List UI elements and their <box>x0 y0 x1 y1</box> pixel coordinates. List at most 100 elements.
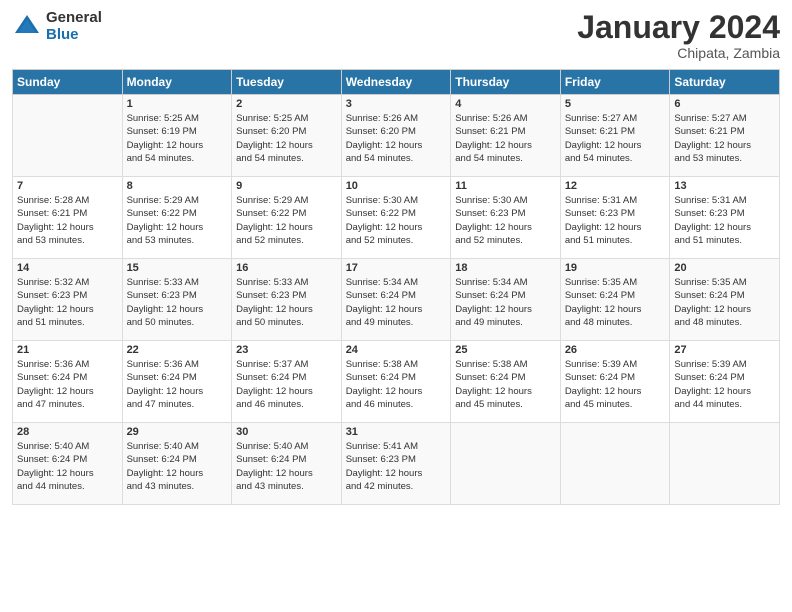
day-cell: 2 Sunrise: 5:25 AM Sunset: 6:20 PM Daylig… <box>232 95 342 177</box>
day-cell: 23Sunrise: 5:37 AM Sunset: 6:24 PM Dayli… <box>232 341 342 423</box>
day-info: Sunrise: 5:27 AM Sunset: 6:21 PM Dayligh… <box>674 112 775 165</box>
day-cell: 22 Sunrise: 5:36 AM Sunset: 6:24 PM Dayli… <box>122 341 232 423</box>
day-number: 18 <box>455 262 556 274</box>
day-info: Sunrise: 5:35 AM Sunset: 6:24 PM Dayligh… <box>674 276 775 329</box>
day-info: Sunrise: 5:35 AM Sunset: 6:24 PM Dayligh… <box>565 276 666 329</box>
day-cell: 26Sunrise: 5:39 AM Sunset: 6:24 PM Dayli… <box>560 341 670 423</box>
col-sunday: Sunday <box>13 70 123 95</box>
day-info: Sunrise: 5:33 AM Sunset: 6:23 PM Dayligh… <box>127 276 228 329</box>
week-row-4: 21 Sunrise: 5:36 AM Sunset: 6:24 PM Dayli… <box>13 341 780 423</box>
day-info: Sunrise: 5:38 AM Sunset: 6:24 PM Dayligh… <box>346 358 447 411</box>
day-number: 12 <box>565 180 666 192</box>
day-info: Sunrise: 5:34 AM Sunset: 6:24 PM Dayligh… <box>346 276 447 329</box>
day-cell: 6 Sunrise: 5:27 AM Sunset: 6:21 PM Daylig… <box>670 95 780 177</box>
day-info: Sunrise: 5:33 AM Sunset: 6:23 PM Dayligh… <box>236 276 337 329</box>
day-cell <box>451 423 561 505</box>
day-number: 26 <box>565 344 666 356</box>
day-info: Sunrise: 5:25 AM Sunset: 6:20 PM Dayligh… <box>236 112 337 165</box>
week-row-1: 1 Sunrise: 5:25 AM Sunset: 6:19 PM Daylig… <box>13 95 780 177</box>
day-info: Sunrise: 5:26 AM Sunset: 6:20 PM Dayligh… <box>346 112 447 165</box>
day-cell: 24 Sunrise: 5:38 AM Sunset: 6:24 PM Dayli… <box>341 341 451 423</box>
week-row-5: 28 Sunrise: 5:40 AM Sunset: 6:24 PM Dayli… <box>13 423 780 505</box>
day-number: 20 <box>674 262 775 274</box>
col-saturday: Saturday <box>670 70 780 95</box>
day-number: 11 <box>455 180 556 192</box>
day-cell: 3 Sunrise: 5:26 AM Sunset: 6:20 PM Daylig… <box>341 95 451 177</box>
day-number: 31 <box>346 426 447 438</box>
day-number: 28 <box>17 426 118 438</box>
day-number: 19 <box>565 262 666 274</box>
day-info: Sunrise: 5:30 AM Sunset: 6:23 PM Dayligh… <box>455 194 556 247</box>
day-info: Sunrise: 5:39 AM Sunset: 6:24 PM Dayligh… <box>674 358 775 411</box>
day-cell: 19 Sunrise: 5:35 AM Sunset: 6:24 PM Dayli… <box>560 259 670 341</box>
day-cell: 13 Sunrise: 5:31 AM Sunset: 6:23 PM Dayli… <box>670 177 780 259</box>
day-number: 29 <box>127 426 228 438</box>
page-container: General Blue January 2024 Chipata, Zambi… <box>0 0 792 612</box>
day-info: Sunrise: 5:41 AM Sunset: 6:23 PM Dayligh… <box>346 440 447 493</box>
col-friday: Friday <box>560 70 670 95</box>
day-cell: 14 Sunrise: 5:32 AM Sunset: 6:23 PM Dayli… <box>13 259 123 341</box>
day-number: 1 <box>127 98 228 110</box>
day-info: Sunrise: 5:34 AM Sunset: 6:24 PM Dayligh… <box>455 276 556 329</box>
day-cell: 5Sunrise: 5:27 AM Sunset: 6:21 PM Daylig… <box>560 95 670 177</box>
day-number: 3 <box>346 98 447 110</box>
day-cell: 1 Sunrise: 5:25 AM Sunset: 6:19 PM Daylig… <box>122 95 232 177</box>
day-info: Sunrise: 5:32 AM Sunset: 6:23 PM Dayligh… <box>17 276 118 329</box>
day-info: Sunrise: 5:36 AM Sunset: 6:24 PM Dayligh… <box>127 358 228 411</box>
day-info: Sunrise: 5:28 AM Sunset: 6:21 PM Dayligh… <box>17 194 118 247</box>
day-number: 17 <box>346 262 447 274</box>
day-cell: 18 Sunrise: 5:34 AM Sunset: 6:24 PM Dayli… <box>451 259 561 341</box>
month-title: January 2024 <box>577 10 780 45</box>
day-info: Sunrise: 5:36 AM Sunset: 6:24 PM Dayligh… <box>17 358 118 411</box>
day-number: 22 <box>127 344 228 356</box>
day-info: Sunrise: 5:30 AM Sunset: 6:22 PM Dayligh… <box>346 194 447 247</box>
day-cell: 9Sunrise: 5:29 AM Sunset: 6:22 PM Daylig… <box>232 177 342 259</box>
day-cell <box>13 95 123 177</box>
day-number: 10 <box>346 180 447 192</box>
day-number: 9 <box>236 180 337 192</box>
day-cell: 17 Sunrise: 5:34 AM Sunset: 6:24 PM Dayli… <box>341 259 451 341</box>
day-cell <box>670 423 780 505</box>
day-number: 2 <box>236 98 337 110</box>
day-number: 8 <box>127 180 228 192</box>
day-number: 13 <box>674 180 775 192</box>
day-info: Sunrise: 5:27 AM Sunset: 6:21 PM Dayligh… <box>565 112 666 165</box>
week-row-3: 14 Sunrise: 5:32 AM Sunset: 6:23 PM Dayli… <box>13 259 780 341</box>
day-number: 14 <box>17 262 118 274</box>
day-number: 24 <box>346 344 447 356</box>
day-info: Sunrise: 5:40 AM Sunset: 6:24 PM Dayligh… <box>17 440 118 493</box>
day-info: Sunrise: 5:25 AM Sunset: 6:19 PM Dayligh… <box>127 112 228 165</box>
day-number: 7 <box>17 180 118 192</box>
day-number: 21 <box>17 344 118 356</box>
day-info: Sunrise: 5:31 AM Sunset: 6:23 PM Dayligh… <box>674 194 775 247</box>
day-number: 15 <box>127 262 228 274</box>
day-info: Sunrise: 5:26 AM Sunset: 6:21 PM Dayligh… <box>455 112 556 165</box>
logo: General Blue <box>12 10 102 43</box>
week-row-2: 7 Sunrise: 5:28 AM Sunset: 6:21 PM Daylig… <box>13 177 780 259</box>
day-number: 16 <box>236 262 337 274</box>
day-cell: 10 Sunrise: 5:30 AM Sunset: 6:22 PM Dayli… <box>341 177 451 259</box>
day-cell: 29Sunrise: 5:40 AM Sunset: 6:24 PM Dayli… <box>122 423 232 505</box>
day-cell: 4Sunrise: 5:26 AM Sunset: 6:21 PM Daylig… <box>451 95 561 177</box>
day-cell: 30Sunrise: 5:40 AM Sunset: 6:24 PM Dayli… <box>232 423 342 505</box>
day-cell: 27Sunrise: 5:39 AM Sunset: 6:24 PM Dayli… <box>670 341 780 423</box>
day-cell: 28 Sunrise: 5:40 AM Sunset: 6:24 PM Dayli… <box>13 423 123 505</box>
day-cell: 31 Sunrise: 5:41 AM Sunset: 6:23 PM Dayli… <box>341 423 451 505</box>
calendar-table: Sunday Monday Tuesday Wednesday Thursday… <box>12 69 780 505</box>
day-info: Sunrise: 5:37 AM Sunset: 6:24 PM Dayligh… <box>236 358 337 411</box>
day-info: Sunrise: 5:31 AM Sunset: 6:23 PM Dayligh… <box>565 194 666 247</box>
col-tuesday: Tuesday <box>232 70 342 95</box>
day-number: 6 <box>674 98 775 110</box>
logo-icon <box>12 12 42 42</box>
day-cell: 25Sunrise: 5:38 AM Sunset: 6:24 PM Dayli… <box>451 341 561 423</box>
title-area: January 2024 Chipata, Zambia <box>577 10 780 61</box>
day-cell: 12 Sunrise: 5:31 AM Sunset: 6:23 PM Dayli… <box>560 177 670 259</box>
day-info: Sunrise: 5:40 AM Sunset: 6:24 PM Dayligh… <box>236 440 337 493</box>
day-cell: 15 Sunrise: 5:33 AM Sunset: 6:23 PM Dayli… <box>122 259 232 341</box>
col-monday: Monday <box>122 70 232 95</box>
day-info: Sunrise: 5:29 AM Sunset: 6:22 PM Dayligh… <box>127 194 228 247</box>
day-info: Sunrise: 5:38 AM Sunset: 6:24 PM Dayligh… <box>455 358 556 411</box>
day-cell <box>560 423 670 505</box>
logo-general: General <box>46 10 102 27</box>
header: General Blue January 2024 Chipata, Zambi… <box>12 10 780 61</box>
